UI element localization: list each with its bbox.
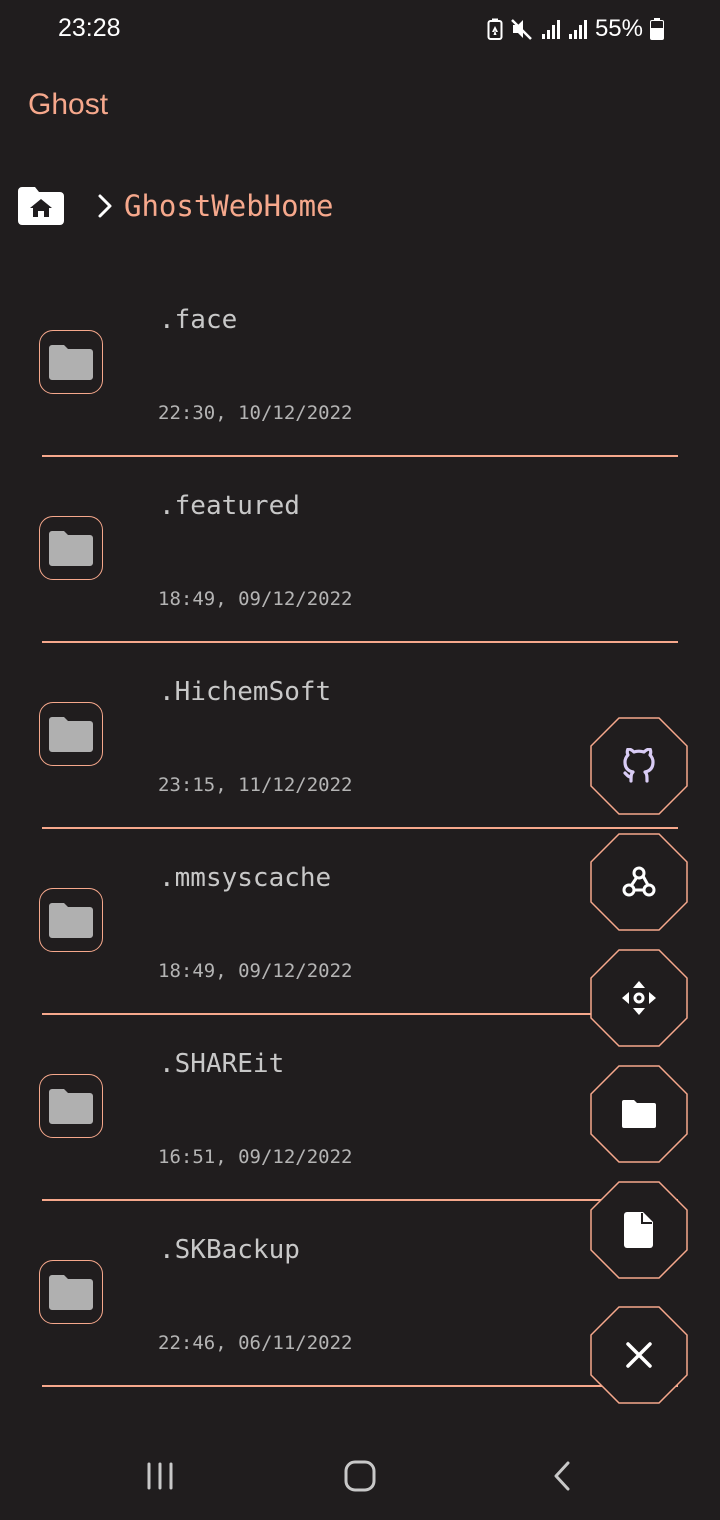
- battery-percent: 55%: [594, 15, 643, 42]
- recent-apps-button[interactable]: [140, 1456, 180, 1496]
- recent-apps-icon: [147, 1462, 173, 1490]
- file-date: 22:46, 06/11/2022: [158, 1332, 353, 1354]
- new-folder-icon: [622, 1100, 656, 1128]
- github-icon: [623, 748, 655, 783]
- folder-button[interactable]: [39, 330, 103, 394]
- file-name: .mmsyscache: [159, 863, 332, 893]
- home-folder-icon[interactable]: [18, 187, 64, 225]
- list-item[interactable]: .featured 18:49, 09/12/2022: [0, 457, 720, 643]
- system-nav-bar: [0, 1430, 720, 1520]
- file-name: .face: [159, 305, 238, 335]
- battery-saver-icon: [487, 18, 503, 40]
- github-button[interactable]: [590, 717, 688, 815]
- folder-icon: [49, 345, 93, 380]
- file-name: .HichemSoft: [159, 677, 332, 707]
- status-icons: 55%: [487, 14, 664, 44]
- close-icon: [626, 1342, 652, 1368]
- back-nav-button[interactable]: [542, 1456, 582, 1496]
- file-name: .featured: [159, 491, 300, 521]
- file-name: .SHAREit: [159, 1049, 285, 1079]
- close-fab-button[interactable]: [590, 1306, 688, 1404]
- folder-button[interactable]: [39, 888, 103, 952]
- back-icon: [554, 1461, 570, 1491]
- chevron-right-icon: [98, 194, 112, 218]
- breadcrumb-current[interactable]: GhostWebHome: [124, 189, 334, 223]
- folder-icon: [49, 903, 93, 938]
- status-time: 23:28: [58, 14, 121, 42]
- move-button[interactable]: [590, 949, 688, 1047]
- folder-icon: [49, 717, 93, 752]
- file-date: 18:49, 09/12/2022: [158, 588, 353, 610]
- mute-icon: [511, 19, 532, 40]
- folder-button[interactable]: [39, 1074, 103, 1138]
- new-file-button[interactable]: [590, 1181, 688, 1279]
- folder-icon: [49, 531, 93, 566]
- file-date: 16:51, 09/12/2022: [158, 1146, 353, 1168]
- webhook-button[interactable]: [590, 833, 688, 931]
- file-date: 23:15, 11/12/2022: [158, 774, 353, 796]
- file-date: 18:49, 09/12/2022: [158, 960, 353, 982]
- home-icon: [344, 1460, 376, 1492]
- app-title: Ghost: [28, 88, 109, 121]
- folder-button[interactable]: [39, 702, 103, 766]
- folder-button[interactable]: [39, 516, 103, 580]
- breadcrumb: GhostWebHome: [18, 183, 334, 229]
- battery-icon: [650, 18, 664, 40]
- file-name: .SKBackup: [159, 1235, 300, 1265]
- home-nav-button[interactable]: [340, 1456, 380, 1496]
- webhook-icon: [622, 866, 656, 897]
- new-folder-button[interactable]: [590, 1065, 688, 1163]
- signal-icon: [541, 20, 560, 39]
- signal-icon: [568, 20, 587, 39]
- divider: [42, 1385, 678, 1387]
- folder-button[interactable]: [39, 1260, 103, 1324]
- list-item[interactable]: .face 22:30, 10/12/2022: [0, 271, 720, 457]
- folder-icon: [49, 1089, 93, 1124]
- move-icon: [622, 981, 656, 1015]
- new-file-icon: [624, 1212, 653, 1248]
- file-date: 22:30, 10/12/2022: [158, 402, 353, 424]
- status-bar: 23:28 55%: [0, 0, 720, 58]
- folder-icon: [49, 1275, 93, 1310]
